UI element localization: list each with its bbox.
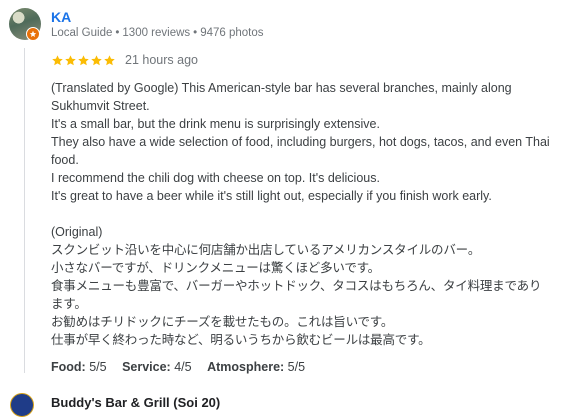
atmosphere-rating-label: Atmosphere: [207,360,285,374]
review-text: (Translated by Google) This American-sty… [51,79,571,349]
review-line: food. [51,153,79,167]
review-line: (Original) [51,225,103,239]
food-rating-label: Food: [51,360,86,374]
star-icon [78,55,89,66]
review-line: お勧めはチリドックにチーズを載せたもの。これは旨いです。 [51,315,394,329]
review-time: 21 hours ago [125,53,198,67]
star-icon [91,55,102,66]
meta-separator: • [193,27,198,39]
author-review-count: 1300 reviews [122,27,191,39]
service-rating-label: Service: [122,360,171,374]
meta-separator: • [115,27,120,39]
thread-divider [24,48,25,373]
review-line: スクンビット沿いを中心に何店舗か出店しているアメリカンスタイルのバー。 [51,243,481,257]
review-line: I recommend the chili dog with cheese on… [51,171,380,185]
local-guide-badge-icon [26,27,40,41]
food-rating-value: 5/5 [89,360,107,374]
author-photo-count: 9476 photos [200,27,264,39]
review-line: ます。 [51,297,87,311]
star-icon [65,55,76,66]
sub-ratings: Food: 5/5 Service: 4/5 Atmosphere: 5/5 [51,360,317,374]
star-icon [104,55,115,66]
service-rating-value: 4/5 [174,360,192,374]
author-role: Local Guide [51,27,113,39]
star-icon [52,55,63,66]
review-line: They also have a wide selection of food,… [51,135,550,149]
author-meta: Local Guide • 1300 reviews • 9476 photos [51,27,264,39]
review-line: 小さなバーですが、ドリンクメニューは驚くほど多いです。 [51,261,380,275]
review-line: It's great to have a beer while it's sti… [51,189,492,203]
review-line: 仕事が早く終わった時など、明るいうちから飲むビールは最高です。 [51,333,431,347]
review-line: Sukhumvit Street. [51,99,150,113]
atmosphere-rating-value: 5/5 [287,360,306,374]
business-name-link[interactable]: Buddy's Bar & Grill (Soi 20) [51,395,220,410]
review-line: 食事メニューも豊富で、バーガーやホットドック、タコスはもちろん、タイ料理まであり [51,279,542,293]
review-line: It's a small bar, but the drink menu is … [51,117,380,131]
author-name-link[interactable]: KA [51,9,71,25]
business-logo-icon[interactable] [10,393,34,417]
star-rating [51,54,116,67]
review-line: (Translated by Google) This American-sty… [51,81,512,95]
